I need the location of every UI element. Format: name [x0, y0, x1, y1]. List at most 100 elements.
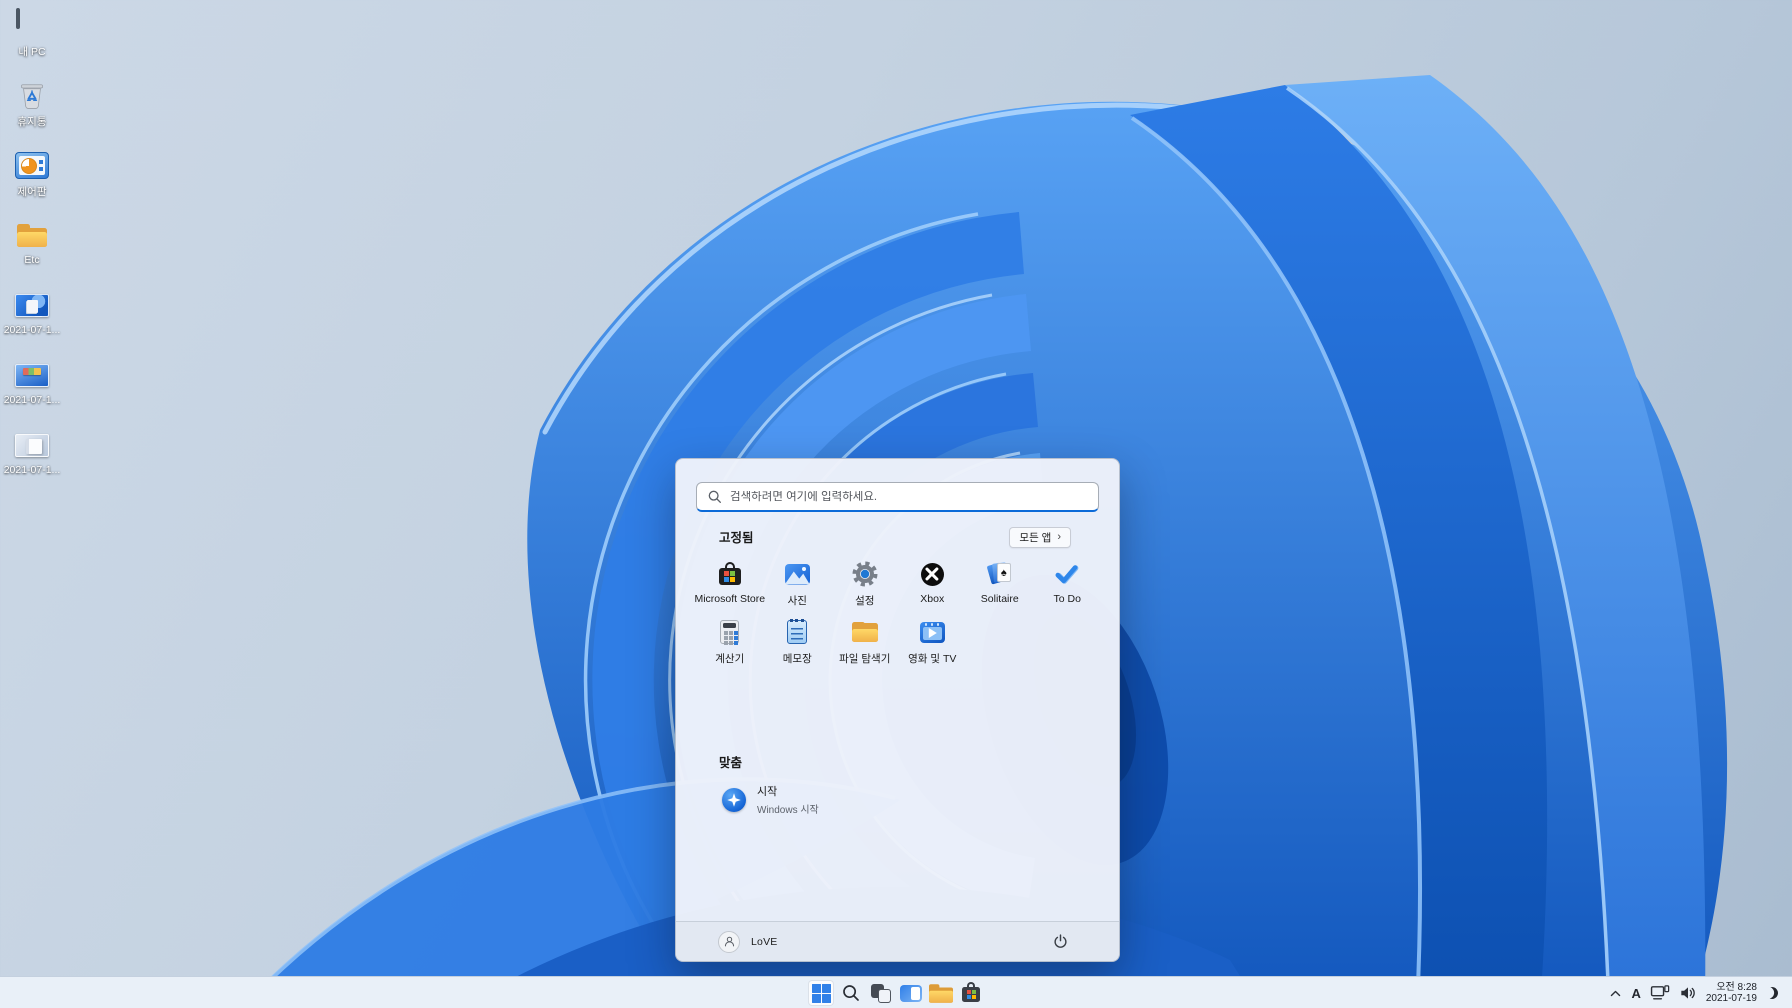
pinned-app-label: Xbox — [920, 593, 945, 605]
pinned-app-label: Microsoft Store — [694, 593, 766, 605]
pinned-app-label: 메모장 — [782, 653, 812, 665]
chevron-right-icon: › — [1057, 531, 1061, 543]
hidden-icons-button[interactable] — [1609, 977, 1622, 1008]
power-icon — [1052, 933, 1069, 950]
start-menu-panel: 고정됨 모든 앱 › Microsoft Store 사진 설정 — [675, 458, 1120, 962]
desktop-icon-label: 2021-07-1... — [3, 464, 61, 476]
speaker-icon — [1679, 985, 1697, 1001]
control-panel-icon — [14, 149, 50, 181]
desktop-icon-label: 제어판 — [17, 186, 47, 198]
solitaire-cards-icon: ♠ — [980, 559, 1020, 589]
recommended-item-title: 시작 — [757, 786, 778, 798]
network-button[interactable] — [1650, 977, 1670, 1008]
taskbar-store-button[interactable] — [956, 977, 986, 1008]
recommended-item-subtitle: Windows 시작 — [757, 805, 819, 816]
my-pc-icon — [14, 8, 50, 41]
clock-date-button[interactable]: 오전 8:28 2021-07-19 — [1706, 982, 1757, 1005]
start-menu-footer: LoVE — [676, 921, 1119, 961]
desktop-icon-label: 2021-07-1... — [3, 324, 61, 336]
notepad-icon — [777, 617, 817, 647]
user-avatar-icon — [718, 930, 740, 953]
desktop-icon-label: 휴지통 — [17, 116, 47, 128]
pinned-app-xbox[interactable]: Xbox — [899, 555, 967, 613]
clock-time: 오전 8:28 — [1716, 981, 1757, 993]
desktop-icon-folder-etc[interactable]: Etc — [4, 215, 60, 285]
search-icon — [841, 983, 861, 1003]
pinned-app-settings[interactable]: 설정 — [831, 555, 899, 613]
pinned-app-label: Solitaire — [980, 593, 1019, 605]
folder-icon — [14, 219, 50, 251]
pinned-app-solitaire[interactable]: ♠ Solitaire — [966, 555, 1034, 613]
network-icon — [1650, 985, 1670, 1001]
search-input[interactable] — [730, 490, 1088, 503]
file-explorer-folder-icon — [845, 617, 885, 647]
desktop-icon-recycle-bin[interactable]: 휴지통 — [4, 75, 60, 145]
power-button[interactable] — [1045, 928, 1075, 956]
pinned-app-notepad[interactable]: 메모장 — [764, 613, 832, 671]
pinned-app-to-do[interactable]: To Do — [1034, 555, 1102, 613]
desktop-icon-image-file-1[interactable]: 2021-07-1... — [4, 285, 60, 355]
task-view-button[interactable] — [866, 977, 896, 1008]
taskbar: A 오전 8:28 2021-07-19 — [0, 976, 1792, 1008]
pinned-section-header: 고정됨 — [719, 531, 754, 545]
desktop-icon-control-panel[interactable]: 제어판 — [4, 145, 60, 215]
focus-assist-button[interactable] — [1766, 977, 1778, 1008]
pinned-app-photos[interactable]: 사진 — [764, 555, 832, 613]
taskbar-center-buttons — [806, 977, 986, 1008]
image-thumbnail-icon — [14, 289, 50, 321]
all-apps-label: 모든 앱 — [1019, 532, 1052, 544]
widgets-button[interactable] — [896, 977, 926, 1008]
volume-button[interactable] — [1679, 977, 1697, 1008]
taskbar-search-button[interactable] — [836, 977, 866, 1008]
user-profile-button[interactable]: LoVE — [718, 930, 778, 953]
desktop-icon-label: Etc — [24, 254, 40, 266]
pinned-app-label: 계산기 — [715, 653, 745, 665]
recommended-item-get-started[interactable]: 시작 Windows 시작 — [714, 779, 827, 820]
pinned-app-movies-tv[interactable]: 영화 및 TV — [899, 613, 967, 671]
microsoft-store-icon — [710, 559, 750, 589]
clock-date: 2021-07-19 — [1705, 993, 1757, 1004]
pinned-app-label: 영화 및 TV — [908, 653, 957, 665]
settings-gear-icon — [845, 559, 885, 589]
to-do-check-icon — [1047, 559, 1087, 589]
xbox-icon — [912, 559, 952, 589]
pinned-app-calculator[interactable]: 계산기 — [696, 613, 764, 671]
start-button[interactable] — [806, 977, 836, 1008]
desktop-icon-image-file-2[interactable]: 2021-07-1... — [4, 355, 60, 425]
ime-mode-button[interactable]: A — [1631, 977, 1640, 1008]
moon-icon — [1764, 985, 1780, 1001]
all-apps-button[interactable]: 모든 앱 › — [1009, 527, 1071, 548]
desktop-icon-image-file-3[interactable]: 2021-07-1... — [4, 425, 60, 495]
pinned-app-file-explorer[interactable]: 파일 탐색기 — [831, 613, 899, 671]
ime-mode-label: A — [1631, 985, 1641, 1001]
taskbar-file-explorer-button[interactable] — [926, 977, 956, 1008]
recycle-bin-icon — [14, 79, 50, 111]
calculator-icon — [710, 617, 750, 647]
photos-icon — [777, 559, 817, 589]
desktop-icon-label: 내 PC — [18, 46, 46, 58]
pinned-apps-grid: Microsoft Store 사진 설정 Xbox ♠ Solitaire T… — [694, 555, 1102, 671]
search-icon — [707, 489, 722, 504]
recommended-section-header: 맞춤 — [719, 756, 743, 770]
pinned-app-label: 파일 탐색기 — [839, 653, 891, 665]
start-search-box[interactable] — [696, 482, 1099, 512]
image-thumbnail-icon — [14, 429, 50, 461]
image-thumbnail-icon — [14, 359, 50, 391]
microsoft-store-icon — [960, 982, 982, 1004]
chevron-up-icon — [1609, 988, 1622, 999]
widgets-icon — [900, 984, 922, 1002]
user-name-label: LoVE — [751, 935, 778, 948]
movies-tv-icon — [912, 617, 952, 647]
file-explorer-folder-icon — [929, 983, 953, 1003]
get-started-icon — [722, 787, 746, 812]
windows-logo-icon — [811, 983, 831, 1003]
desktop-icon-label: 2021-07-1... — [3, 394, 61, 406]
pinned-app-label: 설정 — [855, 595, 875, 607]
pinned-app-microsoft-store[interactable]: Microsoft Store — [694, 555, 766, 613]
desktop-icon-list: 내 PC 휴지통 제어판 Etc 2021-07-1... 2021-07-1.… — [4, 5, 60, 495]
pinned-app-label: 사진 — [787, 595, 807, 607]
task-view-icon — [870, 982, 892, 1004]
desktop-icon-my-pc[interactable]: 내 PC — [4, 5, 60, 75]
system-tray: A 오전 8:28 2021-07-19 — [1609, 977, 1792, 1008]
pinned-app-label: To Do — [1053, 593, 1081, 605]
